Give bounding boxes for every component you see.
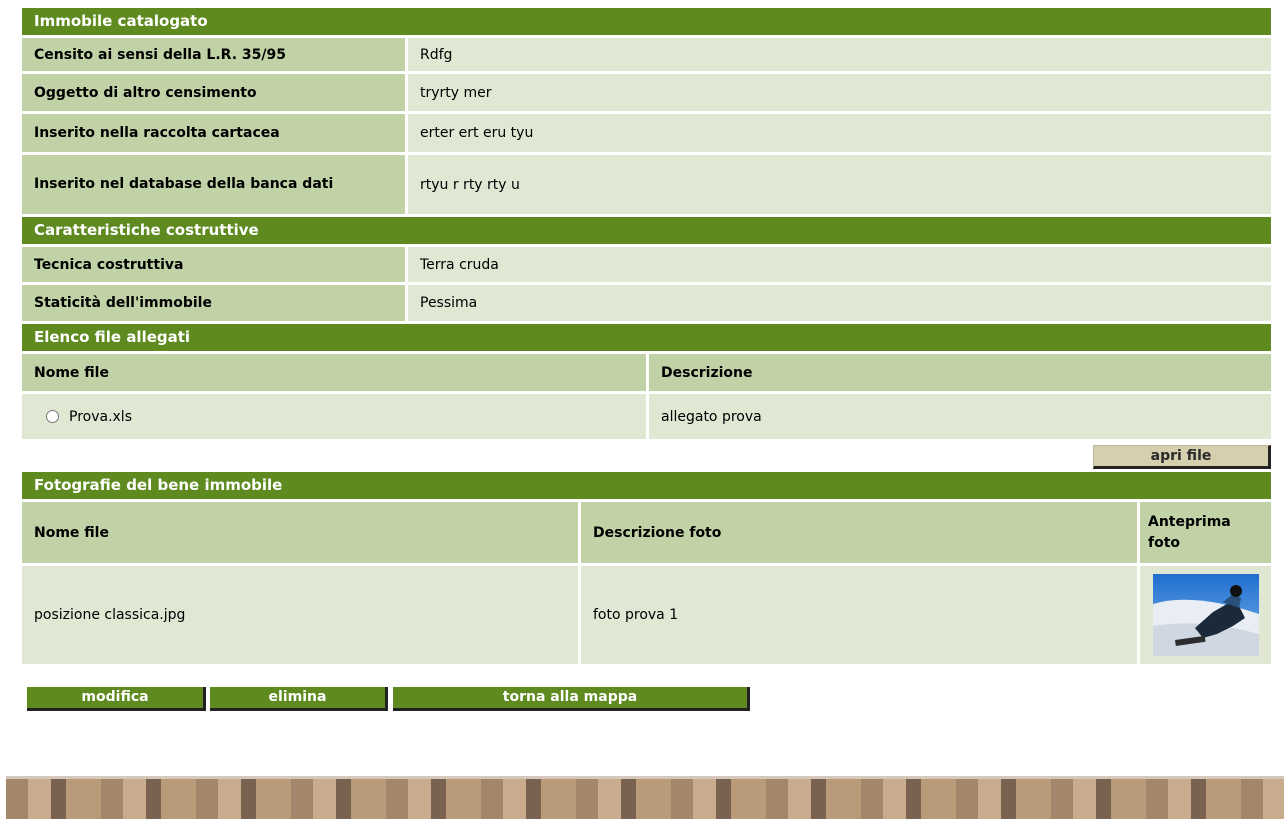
action-bar: modifica elimina torna alla mappa bbox=[22, 664, 1271, 717]
section-header-caratteristiche: Caratteristiche costruttive bbox=[22, 217, 1271, 247]
torna-alla-mappa-button[interactable]: torna alla mappa bbox=[393, 687, 750, 711]
allegati-header-row: Nome file Descrizione bbox=[22, 354, 1271, 394]
row-censito: Censito ai sensi della L.R. 35/95 Rdfg bbox=[22, 38, 1271, 74]
col-header-nome-file-foto: Nome file bbox=[22, 502, 581, 563]
apri-file-bar: apri file bbox=[22, 439, 1271, 472]
value-tecnica: Terra cruda bbox=[408, 247, 1271, 282]
table-row: posizione classica.jpg foto prova 1 bbox=[22, 566, 1271, 664]
row-altro-censimento: Oggetto di altro censimento tryrty mer bbox=[22, 74, 1271, 114]
elimina-button[interactable]: elimina bbox=[210, 687, 388, 711]
col-header-descrizione-foto: Descrizione foto bbox=[581, 502, 1140, 563]
label-raccolta-cartacea: Inserito nella raccolta cartacea bbox=[22, 114, 408, 152]
label-tecnica: Tecnica costruttiva bbox=[22, 247, 408, 282]
label-staticita: Staticità dell'immobile bbox=[22, 285, 408, 321]
value-database: rtyu r rty rty u bbox=[408, 155, 1271, 214]
label-database: Inserito nel database della banca dati bbox=[22, 155, 408, 214]
row-staticita: Staticità dell'immobile Pessima bbox=[22, 285, 1271, 324]
foto-preview-cell bbox=[1140, 566, 1271, 664]
allegato-file-desc: allegato prova bbox=[649, 394, 1271, 439]
label-altro-censimento: Oggetto di altro censimento bbox=[22, 74, 408, 111]
table-row: Prova.xls allegato prova bbox=[22, 394, 1271, 439]
apri-file-button[interactable]: apri file bbox=[1093, 445, 1271, 469]
section-header-fotografie: Fotografie del bene immobile bbox=[22, 472, 1271, 502]
section-header-file-allegati: Elenco file allegati bbox=[22, 324, 1271, 354]
foto-file-desc: foto prova 1 bbox=[581, 566, 1140, 664]
col-header-anteprima: Anteprima foto bbox=[1140, 502, 1271, 563]
modifica-button[interactable]: modifica bbox=[27, 687, 206, 711]
row-raccolta-cartacea: Inserito nella raccolta cartacea erter e… bbox=[22, 114, 1271, 155]
value-censito: Rdfg bbox=[408, 38, 1271, 71]
section-header-immobile-catalogato: Immobile catalogato bbox=[22, 8, 1271, 38]
foto-header-row: Nome file Descrizione foto Anteprima fot… bbox=[22, 502, 1271, 566]
row-tecnica: Tecnica costruttiva Terra cruda bbox=[22, 247, 1271, 285]
file-radio-button[interactable] bbox=[46, 410, 59, 423]
foto-file-name: posizione classica.jpg bbox=[22, 566, 581, 664]
col-header-descrizione: Descrizione bbox=[649, 354, 1271, 391]
value-raccolta-cartacea: erter ert eru tyu bbox=[408, 114, 1271, 152]
col-header-nome-file: Nome file bbox=[22, 354, 649, 391]
allegato-file-name: Prova.xls bbox=[69, 408, 132, 425]
footer-banner-image bbox=[6, 776, 1284, 819]
value-staticita: Pessima bbox=[408, 285, 1271, 321]
value-altro-censimento: tryrty mer bbox=[408, 74, 1271, 111]
allegato-file-cell: Prova.xls bbox=[22, 394, 649, 439]
label-censito: Censito ai sensi della L.R. 35/95 bbox=[22, 38, 408, 71]
row-database: Inserito nel database della banca dati r… bbox=[22, 155, 1271, 217]
photo-thumbnail-icon[interactable] bbox=[1152, 574, 1259, 656]
scheda-immobile: Immobile catalogato Censito ai sensi del… bbox=[22, 8, 1271, 717]
